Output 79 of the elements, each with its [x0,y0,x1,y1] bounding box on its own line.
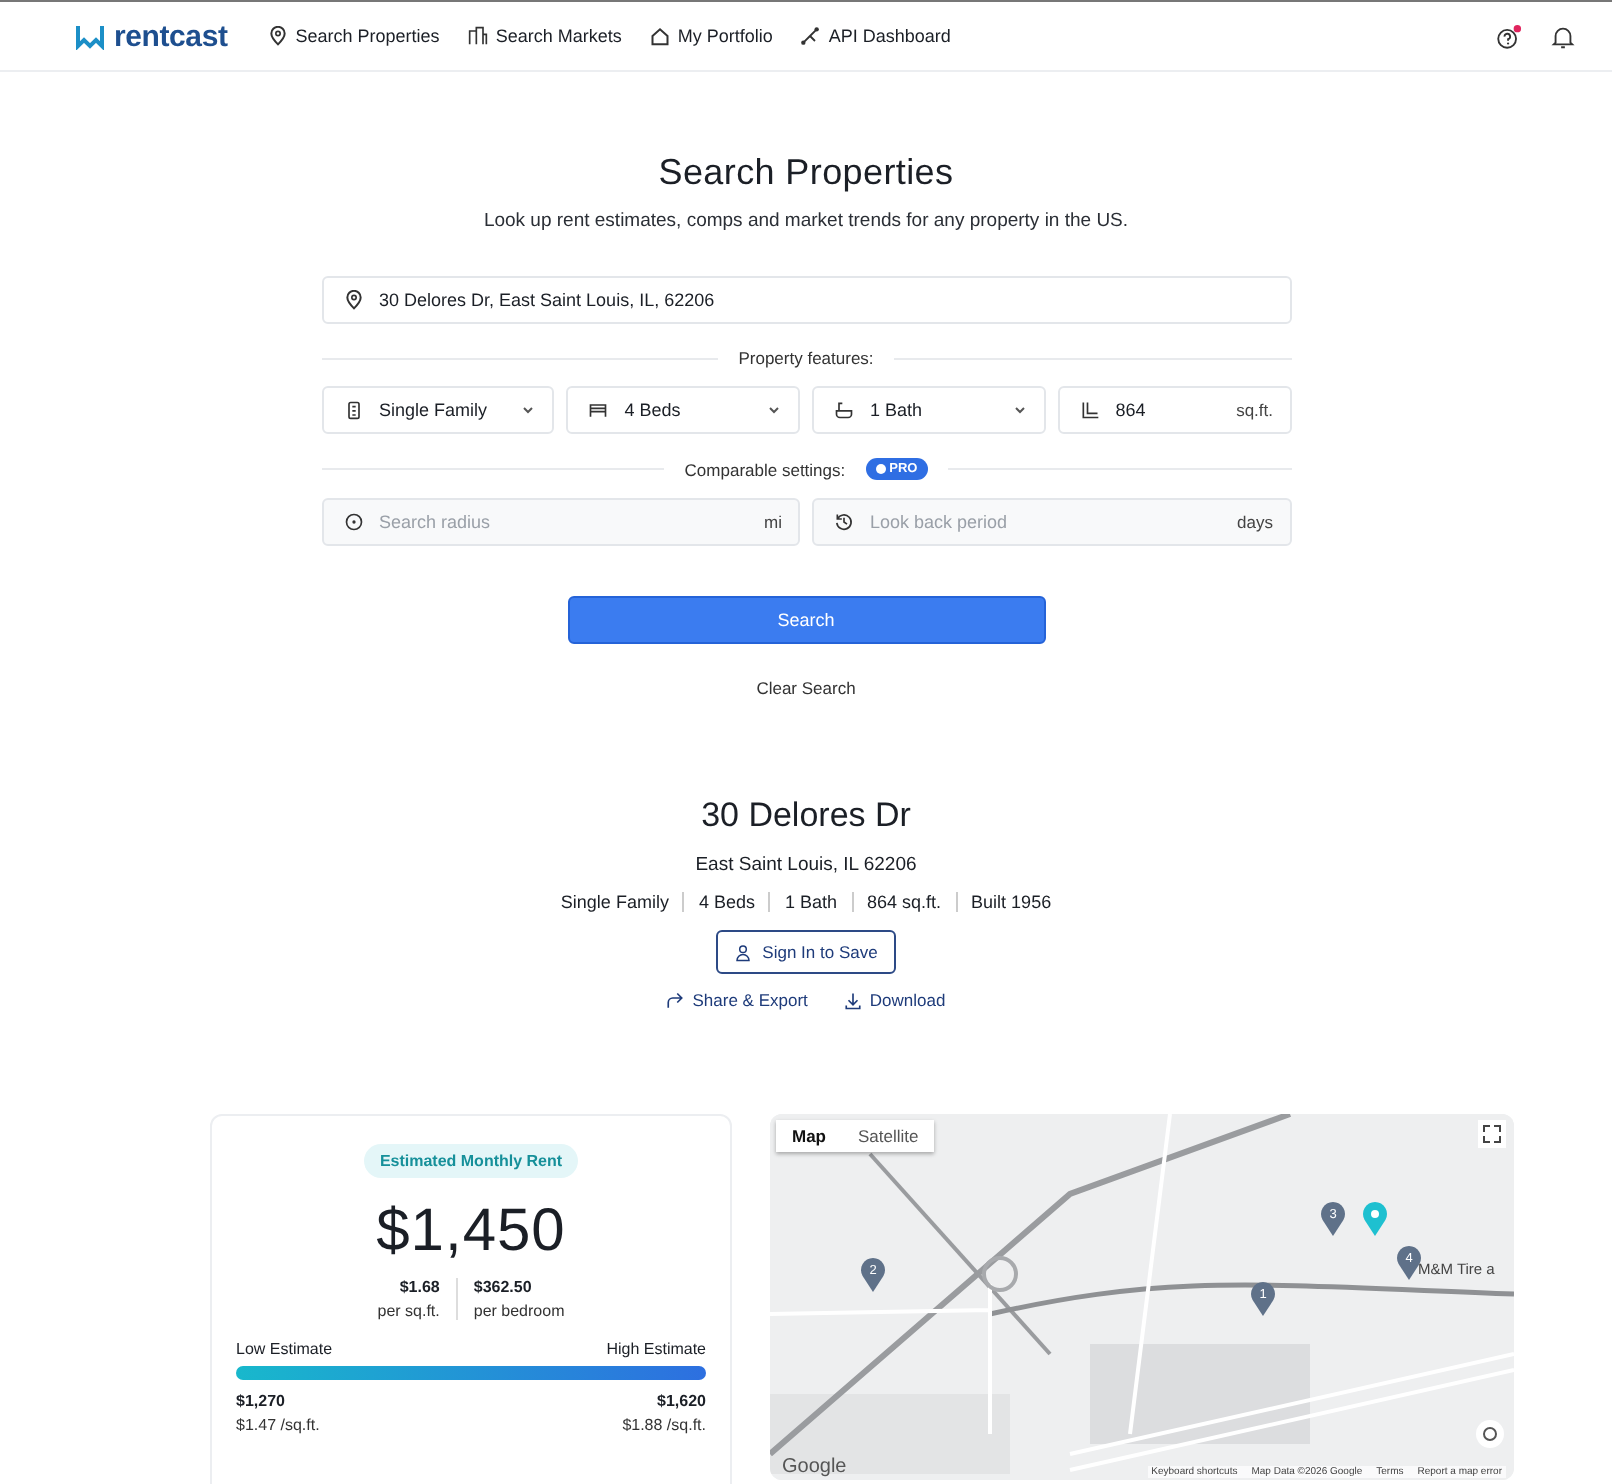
clear-search-button[interactable]: Clear Search [744,676,868,700]
home-icon [649,26,670,46]
fullscreen-icon[interactable] [1478,1120,1506,1148]
bathtub-icon [834,400,854,420]
range-label: High Estimate [606,1340,706,1358]
logo-icon [76,22,104,50]
buildings-icon [467,26,488,46]
area-value: 864 [1115,400,1148,420]
download-icon [843,991,862,1009]
section-label: Comparable settings: [684,459,846,479]
property-pin-icon[interactable] [1362,1202,1388,1236]
bell-icon[interactable] [1550,23,1576,49]
estimate-label: Estimated Monthly Rent [363,1144,579,1178]
unit-label: days [1237,512,1273,532]
property-spec: 4 Beds [682,892,769,912]
chevron-down-icon [766,402,782,418]
nav-link[interactable]: My Portfolio [649,26,773,46]
nav-link[interactable]: Search Markets [467,26,622,46]
nav-link[interactable]: Search Properties [267,26,440,46]
building-icon [343,400,363,420]
section-label: Property features: [738,348,874,368]
area-field[interactable]: 864 sq.ft. [1057,386,1291,434]
comparable-pin-icon[interactable] [1320,1202,1346,1236]
page-title: Search Properties [658,152,954,194]
chevron-down-icon [1011,402,1028,418]
comparable-pin-icon[interactable] [1396,1246,1422,1280]
brand-name[interactable]: rentcast [114,19,228,53]
range-label: Low Estimate [236,1340,333,1358]
map-type-tab[interactable]: Map [776,1120,842,1152]
property-spec: 864 sq.ft. [851,892,956,912]
nav-link[interactable]: API Dashboard [800,26,951,46]
select-value: 1 Bath [870,400,925,420]
share-icon [666,991,685,1009]
select-value: 4 Beds [624,400,683,420]
network-icon [800,26,821,46]
field-placeholder: Look back period [870,512,1010,532]
select-value: Single Family [379,400,490,420]
user-icon [734,943,753,961]
map-type-tab[interactable]: Satellite [842,1120,935,1152]
low-per-sqft: $1.47 /sq.ft. [236,1416,320,1434]
property-spec: 1 Bath [768,892,852,912]
property-spec: Single Family [558,892,671,912]
setting-field[interactable]: Search radius mi [321,498,800,546]
property-city: East Saint Louis, IL 62206 [695,854,917,876]
address-field[interactable]: 30 Delores Dr, East Saint Louis, IL, 62206 [321,276,1291,324]
help-icon[interactable] [1496,23,1522,49]
map-pin-icon [267,26,288,46]
high-per-sqft: $1.88 /sq.ft. [622,1416,706,1434]
stat-label: per bedroom [473,1302,565,1320]
share-link[interactable]: Share & Export [666,990,808,1010]
address-value: 30 Delores Dr, East Saint Louis, IL, 62206 [379,290,717,310]
field-placeholder: Search radius [379,512,493,532]
property-title: 30 Delores Dr [701,796,911,836]
map-logo: Google [782,1456,847,1478]
low-estimate: $1,270 [236,1392,285,1410]
comparable-pin-icon[interactable] [860,1258,886,1292]
setting-field[interactable]: Look back period days [812,498,1291,546]
history-icon [834,512,854,532]
stat-value: $362.50 [473,1278,534,1296]
unit-label: sq.ft. [1236,400,1273,420]
unit-label: mi [764,512,782,532]
sign-in-button[interactable]: Sign In to Save [716,930,896,974]
select-field[interactable]: 4 Beds [566,386,800,434]
stat-label: per sq.ft. [377,1302,440,1320]
chevron-down-icon [520,402,537,418]
high-estimate: $1,620 [657,1392,706,1410]
ruler-icon [1079,400,1100,420]
map-pin-icon [343,290,363,310]
comparable-pin-icon[interactable] [1250,1282,1276,1316]
rent-estimate: $1,450 [376,1198,566,1266]
target-icon [343,512,363,532]
bed-icon [588,400,609,420]
search-button[interactable]: Search [567,596,1045,644]
download-link[interactable]: Download [843,990,946,1010]
page-subtitle: Look up rent estimates, comps and market trends for any property in the US. [483,210,1129,232]
select-field[interactable]: Single Family [321,386,555,434]
stat-value: $1.68 [399,1278,440,1296]
select-field[interactable]: 1 Bath [812,386,1046,434]
property-spec: Built 1956 [955,892,1066,912]
